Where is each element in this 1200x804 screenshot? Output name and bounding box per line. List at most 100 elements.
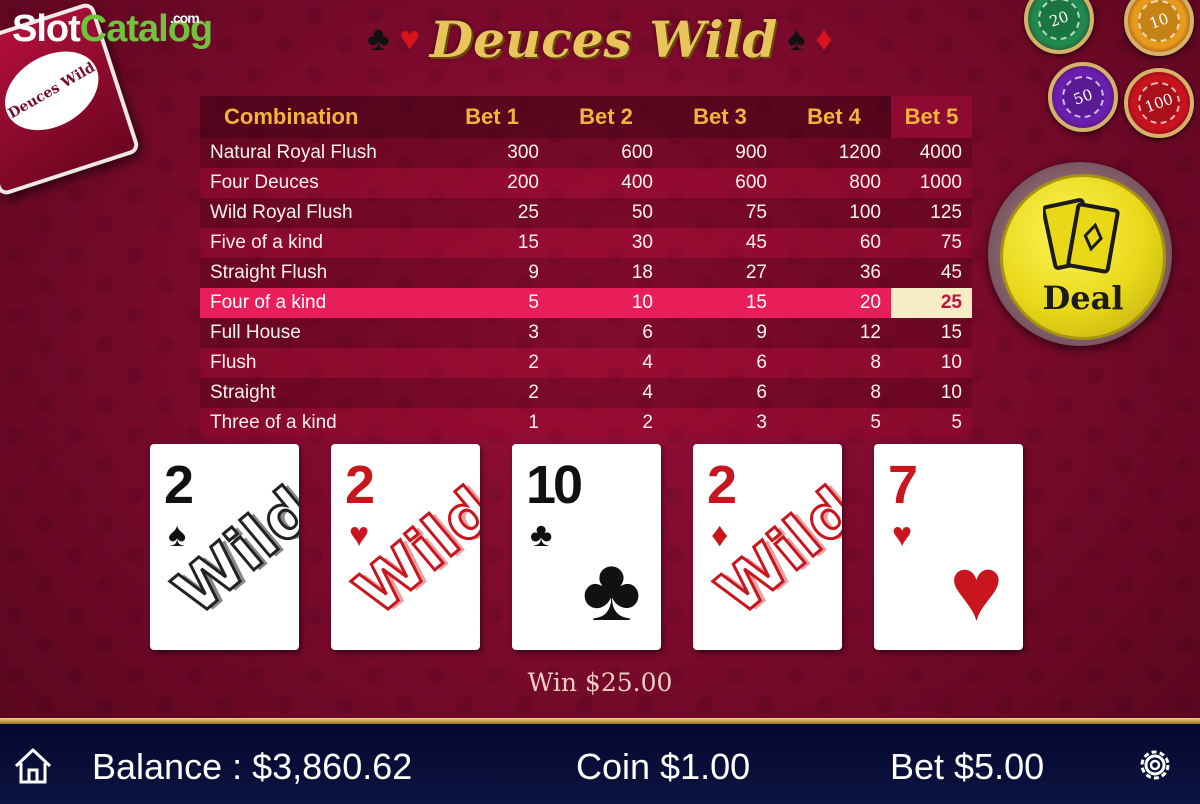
pay-combination: Straight bbox=[200, 378, 435, 408]
watermark-suffix: .com bbox=[170, 10, 200, 26]
slotcatalog-watermark: SlotCatalog .com bbox=[12, 8, 213, 51]
pay-value: 2 bbox=[549, 408, 663, 438]
header-combination: Combination bbox=[200, 96, 435, 138]
pay-value: 36 bbox=[777, 258, 891, 288]
header-bet-4: Bet 4 bbox=[777, 96, 891, 138]
pay-value: 12 bbox=[777, 318, 891, 348]
pay-row: Three of a kind 1 2 3 5 5 bbox=[200, 408, 972, 438]
chip-10-button[interactable]: 10 bbox=[1124, 0, 1194, 56]
pay-value: 6 bbox=[549, 318, 663, 348]
pay-value: 6 bbox=[663, 348, 777, 378]
pay-row: Natural Royal Flush 300 600 900 1200 400… bbox=[200, 138, 972, 168]
club-icon: ♣ bbox=[367, 19, 390, 58]
pay-combination: Natural Royal Flush bbox=[200, 138, 435, 168]
pay-value: 6 bbox=[663, 378, 777, 408]
deal-button[interactable]: Deal bbox=[1000, 174, 1166, 340]
card-rank: 2 bbox=[345, 455, 375, 515]
pay-combination: Wild Royal Flush bbox=[200, 198, 435, 228]
pay-row: Four Deuces 200 400 600 800 1000 bbox=[200, 168, 972, 198]
pay-value: 1 bbox=[435, 408, 549, 438]
coin-value[interactable]: Coin $1.00 bbox=[576, 746, 750, 788]
card-rank: 2 bbox=[164, 455, 194, 515]
pay-value: 45 bbox=[663, 228, 777, 258]
bet-value[interactable]: Bet $5.00 bbox=[890, 746, 1044, 788]
pay-value: 8 bbox=[777, 348, 891, 378]
win-amount: Win $25.00 bbox=[527, 668, 673, 697]
pay-value: 25 bbox=[435, 198, 549, 228]
pay-value: 10 bbox=[891, 348, 972, 378]
chip-50-label: 50 bbox=[1056, 70, 1110, 124]
heart-icon: ♥ bbox=[892, 516, 913, 554]
pay-value: 50 bbox=[549, 198, 663, 228]
pay-value: 10 bbox=[549, 288, 663, 318]
chip-50-button[interactable]: 50 bbox=[1048, 62, 1118, 132]
diamond-icon: ♦ bbox=[711, 516, 729, 554]
pay-row: Flush 2 4 6 8 10 bbox=[200, 348, 972, 378]
pay-value: 900 bbox=[663, 138, 777, 168]
pay-value: 5 bbox=[435, 288, 549, 318]
pay-value: 2 bbox=[435, 348, 549, 378]
pay-value: 4 bbox=[549, 348, 663, 378]
pay-value: 9 bbox=[435, 258, 549, 288]
pay-combination: Full House bbox=[200, 318, 435, 348]
pay-combination: Four of a kind bbox=[200, 288, 435, 318]
home-icon[interactable] bbox=[12, 746, 54, 786]
pay-value: 600 bbox=[663, 168, 777, 198]
pay-value: 15 bbox=[891, 318, 972, 348]
pay-value: 45 bbox=[891, 258, 972, 288]
header-bet-3: Bet 3 bbox=[663, 96, 777, 138]
chip-100-label: 100 bbox=[1132, 76, 1186, 130]
pay-table: Combination Bet 1 Bet 2 Bet 3 Bet 4 Bet … bbox=[200, 96, 972, 438]
chip-100-button[interactable]: 100 bbox=[1124, 68, 1194, 138]
pay-value: 1200 bbox=[777, 138, 891, 168]
pay-value: 4000 bbox=[891, 138, 972, 168]
card-rank: 10 bbox=[526, 455, 583, 515]
pay-value: 20 bbox=[777, 288, 891, 318]
pay-row-highlighted: Four of a kind 5 10 15 20 25 bbox=[200, 288, 972, 318]
heart-icon: ♥ bbox=[399, 19, 420, 58]
chip-20-label: 20 bbox=[1032, 0, 1086, 46]
pay-combination: Five of a kind bbox=[200, 228, 435, 258]
pay-value: 1000 bbox=[891, 168, 972, 198]
cards-icon bbox=[1043, 198, 1120, 274]
club-icon: ♣ bbox=[530, 516, 553, 554]
pay-row: Full House 3 6 9 12 15 bbox=[200, 318, 972, 348]
deck-logo-text: Deuces Wild bbox=[0, 35, 113, 147]
pay-combination: Flush bbox=[200, 348, 435, 378]
pay-row: Straight 2 4 6 8 10 bbox=[200, 378, 972, 408]
pay-value: 15 bbox=[663, 288, 777, 318]
card-rank: 2 bbox=[707, 455, 737, 515]
diamond-icon: ♦ bbox=[815, 19, 833, 58]
pay-value: 10 bbox=[891, 378, 972, 408]
pay-table-header-row: Combination Bet 1 Bet 2 Bet 3 Bet 4 Bet … bbox=[200, 96, 972, 138]
pay-value: 200 bbox=[435, 168, 549, 198]
chip-20-button[interactable]: 20 bbox=[1024, 0, 1094, 54]
heart-icon: ♥ bbox=[349, 516, 370, 554]
deal-button-label: Deal bbox=[1042, 279, 1124, 317]
pay-value: 30 bbox=[549, 228, 663, 258]
pay-value: 75 bbox=[663, 198, 777, 228]
gear-icon[interactable] bbox=[1134, 744, 1176, 786]
balance-display: Balance : $3,860.62 bbox=[92, 746, 413, 787]
pay-value: 3 bbox=[663, 408, 777, 438]
card-2[interactable]: 2 ♥ Wild bbox=[331, 444, 480, 650]
pay-value-winning: 25 bbox=[891, 288, 972, 318]
header-bet-2: Bet 2 bbox=[549, 96, 663, 138]
watermark-part1: Slot bbox=[12, 8, 81, 50]
pay-value: 125 bbox=[891, 198, 972, 228]
pay-value: 400 bbox=[549, 168, 663, 198]
card-4[interactable]: 2 ♦ Wild bbox=[693, 444, 842, 650]
pay-value: 4 bbox=[549, 378, 663, 408]
pay-combination: Three of a kind bbox=[200, 408, 435, 438]
pay-value: 600 bbox=[549, 138, 663, 168]
card-3[interactable]: 10 ♣ ♣ bbox=[512, 444, 661, 650]
card-1[interactable]: 2 ♠ Wild bbox=[150, 444, 299, 650]
pay-value: 5 bbox=[891, 408, 972, 438]
chip-10-label: 10 bbox=[1132, 0, 1186, 48]
spade-icon: ♠ bbox=[787, 19, 806, 58]
heart-large-icon: ♥ bbox=[949, 540, 1003, 640]
card-rank: 7 bbox=[888, 455, 918, 515]
pay-combination: Four Deuces bbox=[200, 168, 435, 198]
pay-value: 100 bbox=[777, 198, 891, 228]
card-5[interactable]: 7 ♥ ♥ bbox=[874, 444, 1023, 650]
